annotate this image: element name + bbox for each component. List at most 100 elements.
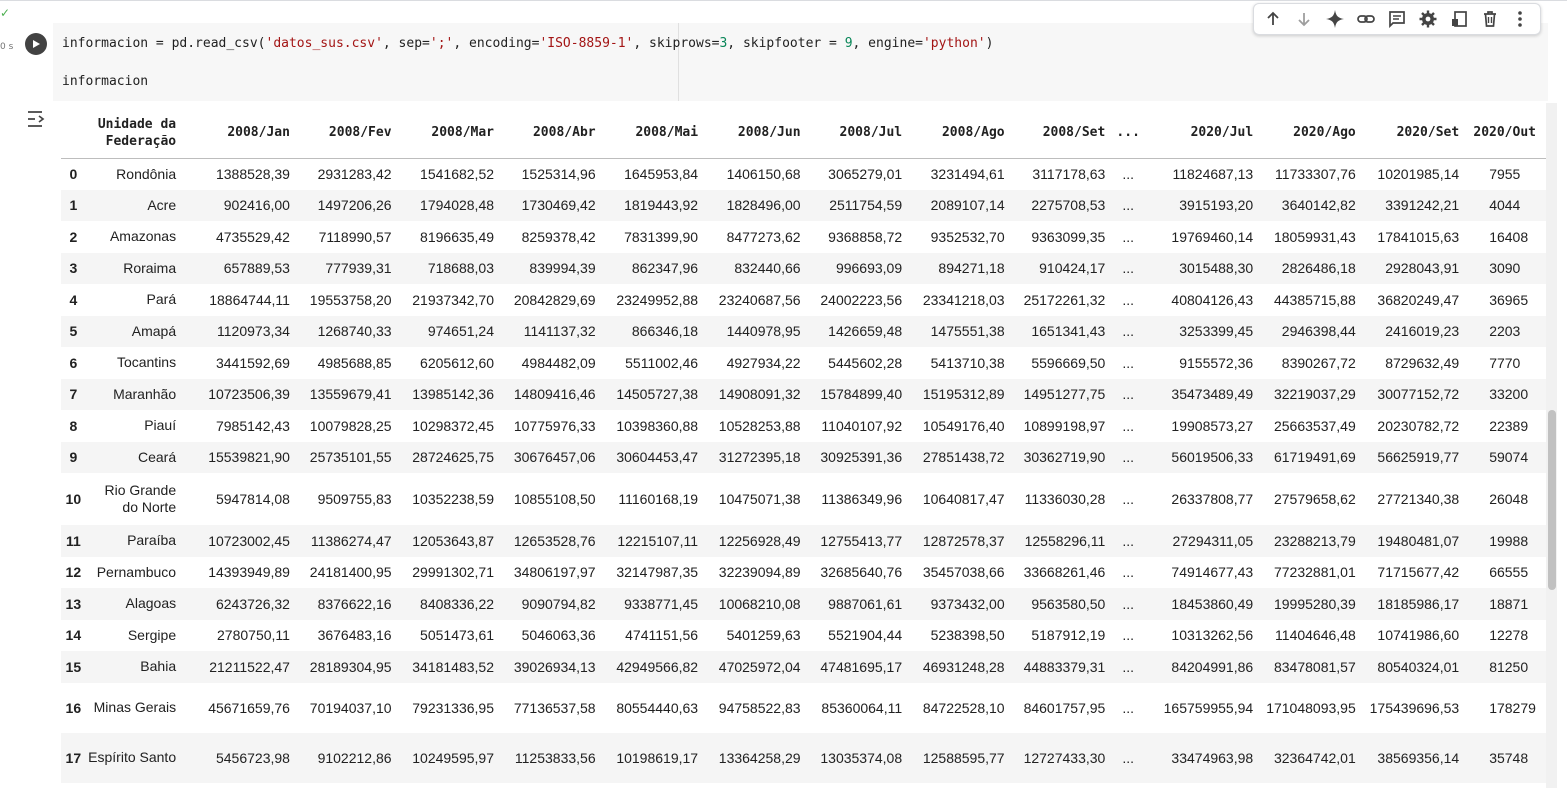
value-cell: 11253833,56 xyxy=(514,749,596,766)
value-cell: 5046063,36 xyxy=(521,627,596,644)
state-cell: Maranhão xyxy=(113,385,177,402)
value-cell: 1730469,42 xyxy=(521,197,596,214)
trash-icon[interactable] xyxy=(1476,5,1504,33)
code-line-1[interactable]: informacion = pd.read_csv('datos_sus.csv… xyxy=(62,36,993,51)
row-index: 16 xyxy=(65,699,82,716)
value-cell: ... xyxy=(1122,532,1134,549)
gemini-sparkle-icon[interactable] xyxy=(1321,5,1349,33)
value-cell: 5511002,46 xyxy=(625,354,699,371)
value-cell: 15784899,40 xyxy=(820,386,903,403)
value-cell: 9368858,72 xyxy=(828,228,903,245)
arrow-down-icon[interactable] xyxy=(1290,5,1318,33)
value-cell: 40804126,43 xyxy=(1171,291,1254,308)
code-line-2[interactable]: informacion xyxy=(62,74,148,89)
value-cell: 84722528,10 xyxy=(922,699,1005,716)
mirror-cell-icon[interactable] xyxy=(1445,5,1473,33)
value-cell: 9155572,36 xyxy=(1179,354,1254,371)
value-cell: 30604453,47 xyxy=(616,449,699,466)
value-cell: 3676483,16 xyxy=(317,627,392,644)
value-cell: 9352532,70 xyxy=(930,228,1005,245)
value-cell: 12727433,30 xyxy=(1023,749,1106,766)
value-cell: 31272395,18 xyxy=(718,449,801,466)
run-cell-button[interactable] xyxy=(25,33,47,55)
value-cell: 10899198,97 xyxy=(1023,417,1106,434)
value-cell: 74914677,43 xyxy=(1171,564,1254,581)
value-cell: 61719491,69 xyxy=(1273,449,1356,466)
value-cell: 84601757,95 xyxy=(1023,699,1106,716)
value-cell: 13559679,41 xyxy=(309,386,392,403)
value-cell: 8729632,49 xyxy=(1385,354,1460,371)
value-cell: 23240687,56 xyxy=(718,291,801,308)
value-cell: 33200 xyxy=(1489,386,1529,403)
value-cell: 7770 xyxy=(1489,354,1521,371)
value-cell: 5521904,44 xyxy=(828,627,903,644)
value-cell: 13035374,08 xyxy=(820,749,903,766)
arrow-up-icon[interactable] xyxy=(1259,5,1287,33)
value-cell: 8196635,49 xyxy=(420,228,495,245)
table-row: 7 Maranhão 10723506,39 13559679,41 13985142,… xyxy=(61,378,1546,410)
index-header xyxy=(61,108,86,159)
value-cell: 2203 xyxy=(1489,323,1521,340)
value-cell: 1141137,32 xyxy=(523,323,596,340)
value-cell: 12653528,76 xyxy=(513,532,596,549)
row-index: 15 xyxy=(65,658,82,675)
value-cell: 36820249,47 xyxy=(1377,291,1460,308)
value-cell: 33474963,98 xyxy=(1171,749,1254,766)
value-cell: 9090794,82 xyxy=(521,595,596,612)
cell-toolbar xyxy=(1253,3,1541,35)
value-cell: 5238398,50 xyxy=(930,627,1005,644)
value-cell: 33668261,46 xyxy=(1023,564,1106,581)
value-cell: 25735101,55 xyxy=(309,449,392,466)
value-cell: 23341218,03 xyxy=(922,291,1005,308)
value-cell: 30676457,06 xyxy=(513,449,596,466)
value-cell: 9509755,83 xyxy=(317,491,392,507)
value-cell: 28724625,75 xyxy=(412,449,495,466)
value-cell: 12256928,49 xyxy=(718,532,801,549)
comment-icon[interactable] xyxy=(1383,5,1411,33)
value-cell: 26048 xyxy=(1489,491,1529,507)
link-icon[interactable] xyxy=(1352,5,1380,33)
value-cell: 9373432,00 xyxy=(930,595,1005,612)
gear-icon[interactable] xyxy=(1414,5,1442,33)
state-cell: Pernambuco xyxy=(96,563,177,580)
value-cell: 1541682,52 xyxy=(420,166,495,182)
scrollbar-thumb[interactable] xyxy=(1548,410,1556,590)
output-actions-icon[interactable] xyxy=(26,110,48,128)
value-cell: 718688,03 xyxy=(427,260,495,277)
table-row: 11 Paraíba 10723002,45 11386274,47 12053643,… xyxy=(61,525,1546,557)
value-cell: 165759955,94 xyxy=(1163,699,1254,716)
value-cell: 1388528,39 xyxy=(215,166,290,182)
value-cell: 12215107,11 xyxy=(617,532,699,549)
state-cell: Piauí xyxy=(144,417,177,434)
value-cell: 10475071,38 xyxy=(718,491,801,507)
value-cell: 23249952,88 xyxy=(616,291,699,308)
table-row: 15 Bahia 21211522,47 28189304,95 34181483,52… xyxy=(61,651,1546,683)
value-cell: 10640817,47 xyxy=(922,491,1005,507)
value-cell: 19908573,27 xyxy=(1171,417,1254,434)
code-ruler xyxy=(678,23,679,101)
state-cell: Amapá xyxy=(131,322,177,339)
value-cell: 1120973,34 xyxy=(217,323,290,340)
value-cell: 71715677,42 xyxy=(1377,564,1460,581)
more-vert-icon[interactable] xyxy=(1506,5,1534,33)
value-cell: 3915193,20 xyxy=(1179,197,1254,214)
code-token: 'ISO-8859-1' xyxy=(539,36,634,51)
value-cell: 13364258,29 xyxy=(718,749,801,766)
column-header: 2008/Set xyxy=(1014,108,1116,159)
state-cell: Ceará xyxy=(137,448,177,465)
value-cell: 4044 xyxy=(1489,197,1521,214)
table-row: 17 Espírito Santo 5456723,98 9102212,86 1024… xyxy=(61,732,1546,783)
value-cell: 2089107,14 xyxy=(930,197,1005,214)
value-cell: 10068210,08 xyxy=(718,595,801,612)
state-cell: Sergipe xyxy=(127,626,177,643)
top-divider xyxy=(0,0,1567,1)
table-row: 16 Minas Gerais 45671659,76 70194037,10 7923… xyxy=(61,683,1546,733)
value-cell: 24002223,56 xyxy=(820,291,903,308)
value-cell: 22389 xyxy=(1489,417,1529,434)
value-cell: 178279 xyxy=(1489,699,1536,716)
value-cell: 5187912,19 xyxy=(1031,627,1106,644)
value-cell: 45671659,76 xyxy=(208,699,290,716)
value-cell: 8259378,42 xyxy=(521,228,596,245)
table-row: 2 Amazonas 4735529,42 7118990,57 8196635,49 8… xyxy=(61,221,1546,253)
value-cell: 7985142,43 xyxy=(215,417,290,434)
